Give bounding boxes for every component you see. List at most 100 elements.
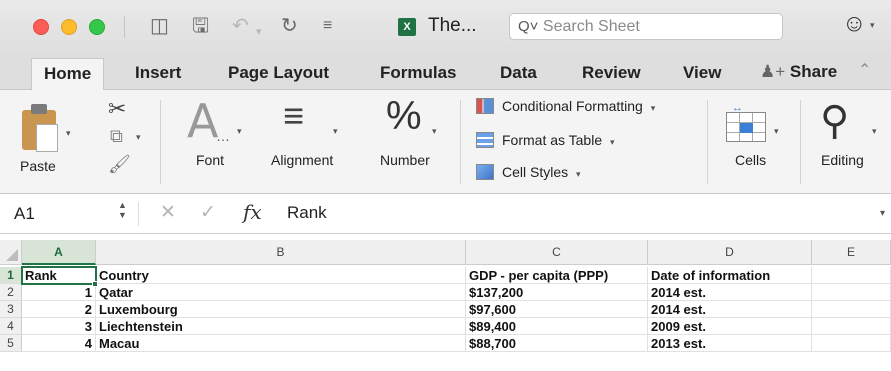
format-painter-icon[interactable]: 🖌	[108, 154, 131, 175]
clipboard-clip	[31, 104, 47, 114]
tab-data[interactable]: Data	[500, 58, 537, 90]
tab-home[interactable]: Home	[31, 58, 105, 91]
cell-empty[interactable]	[812, 335, 891, 352]
cell-date[interactable]: 2009 est.	[648, 318, 812, 335]
sidebar-toggle-icon[interactable]: ◫	[150, 12, 169, 40]
column-header-c[interactable]: C	[466, 240, 648, 265]
insert-function-icon[interactable]: fx	[243, 200, 262, 224]
formula-input[interactable]: Rank	[287, 203, 327, 223]
cell-gdp[interactable]: $89,400	[466, 318, 648, 335]
tab-formulas[interactable]: Formulas	[380, 58, 457, 90]
paste-button[interactable]	[20, 104, 58, 152]
paste-dropdown-icon[interactable]: ▾	[66, 128, 71, 139]
cell-rank[interactable]: 2	[22, 301, 96, 318]
expand-formula-icon[interactable]: ▾	[880, 208, 885, 219]
share-button[interactable]: ♟+ Share	[760, 62, 837, 82]
cell-e1[interactable]	[812, 267, 891, 284]
cell-empty[interactable]	[812, 284, 891, 301]
alignment-dropdown-icon[interactable]: ▾	[333, 126, 338, 137]
cut-icon[interactable]: ✂	[108, 96, 126, 122]
cell-d1[interactable]: Date of information	[648, 267, 812, 284]
confirm-icon[interactable]: ✓	[200, 201, 216, 224]
cells-dropdown-icon[interactable]: ▾	[774, 126, 779, 137]
share-label: Share	[789, 62, 838, 81]
row-header[interactable]: 2	[0, 284, 22, 301]
cell-styles-icon	[476, 164, 494, 180]
column-header-a[interactable]: A	[22, 240, 96, 265]
tab-view[interactable]: View	[683, 58, 721, 90]
cell-gdp[interactable]: $137,200	[466, 284, 648, 301]
cell-country[interactable]: Macau	[96, 335, 466, 352]
cell-styles-button[interactable]: Cell Styles ▾	[476, 164, 581, 180]
cells-grid-graphic	[726, 112, 766, 142]
format-as-table-button[interactable]: Format as Table ▾	[476, 132, 615, 148]
cell-gdp[interactable]: $97,600	[466, 301, 648, 318]
percent-icon[interactable]: %	[386, 94, 422, 139]
customize-toolbar-icon[interactable]: ≡	[323, 12, 332, 40]
cell-empty[interactable]	[812, 301, 891, 318]
cell-gdp[interactable]: $88,700	[466, 335, 648, 352]
zoom-window-button[interactable]	[89, 19, 105, 35]
font-dropdown-icon[interactable]: ▾	[237, 126, 242, 137]
fill-handle[interactable]	[92, 281, 98, 287]
collapse-ribbon-icon[interactable]: ⌃	[858, 60, 871, 80]
ribbon-divider	[460, 100, 461, 184]
cell-empty[interactable]	[812, 318, 891, 335]
copy-icon[interactable]: ⧉	[110, 126, 123, 147]
active-cell-outline	[21, 266, 97, 285]
cell-date[interactable]: 2013 est.	[648, 335, 812, 352]
magnifier-icon[interactable]: ⚲	[820, 98, 849, 144]
cell-date[interactable]: 2014 est.	[648, 284, 812, 301]
chevron-down-icon: ▾	[576, 169, 581, 179]
tab-page-layout[interactable]: Page Layout	[228, 58, 329, 90]
document-title: The...	[428, 15, 477, 36]
number-dropdown-icon[interactable]: ▾	[432, 126, 437, 137]
font-ellipsis-icon: …	[216, 128, 230, 144]
row-header[interactable]: 4	[0, 318, 22, 335]
cell-rank[interactable]: 4	[22, 335, 96, 352]
cell-c1[interactable]: GDP - per capita (PPP)	[466, 267, 648, 284]
name-box[interactable]: A1	[14, 204, 35, 224]
cancel-icon[interactable]: ✕	[160, 201, 176, 224]
alignment-label: Alignment	[271, 152, 334, 168]
close-window-button[interactable]	[33, 19, 49, 35]
editing-dropdown-icon[interactable]: ▾	[872, 126, 877, 137]
column-header-d[interactable]: D	[648, 240, 812, 265]
cell-country[interactable]: Qatar	[96, 284, 466, 301]
search-sheet-field[interactable]: Q˅ Search Sheet	[509, 13, 783, 40]
corner-triangle	[6, 249, 18, 261]
cell-rank[interactable]: 3	[22, 318, 96, 335]
cell-country[interactable]: Luxembourg	[96, 301, 466, 318]
column-header-e[interactable]: E	[812, 240, 891, 265]
cells-icon[interactable]: ↔	[726, 102, 768, 142]
cell-date[interactable]: 2014 est.	[648, 301, 812, 318]
row-header[interactable]: 1	[0, 267, 22, 284]
tab-review[interactable]: Review	[582, 58, 641, 90]
clipboard-paper	[36, 124, 58, 152]
undo-dropdown-icon[interactable]: ▾	[256, 18, 262, 46]
redo-icon[interactable]: ↻	[281, 12, 298, 40]
feedback-smiley-icon[interactable]: ☺	[842, 10, 867, 38]
undo-icon[interactable]: ↶	[232, 12, 249, 40]
tab-insert[interactable]: Insert	[135, 58, 181, 90]
conditional-formatting-button[interactable]: Conditional Formatting ▾	[476, 98, 655, 114]
add-person-icon: ♟+	[760, 62, 786, 81]
save-icon[interactable]: 🖫	[192, 12, 209, 40]
chevron-down-icon[interactable]: ▾	[870, 20, 875, 31]
name-box-stepper-icon[interactable]: ▲ ▼	[118, 200, 127, 220]
ribbon-home: ▾ Paste ✂ ⧉ ▾ 🖌 A … ▾ Font ≡ ▾ Alignment…	[0, 90, 891, 194]
cell-country[interactable]: Liechtenstein	[96, 318, 466, 335]
row-header[interactable]: 3	[0, 301, 22, 318]
cell-rank[interactable]: 1	[22, 284, 96, 301]
ribbon-tabs: Home Insert Page Layout Formulas Data Re…	[0, 58, 891, 91]
cell-b1[interactable]: Country	[96, 267, 466, 284]
formula-bar: A1 ▲ ▼ ✕ ✓ fx Rank ▾	[0, 194, 891, 234]
row-header[interactable]: 5	[0, 335, 22, 352]
font-icon[interactable]: A	[187, 94, 218, 148]
spreadsheet-grid[interactable]: A B C D E 1 2 3 4 5 Rank Country GDP - p…	[0, 240, 891, 371]
copy-dropdown-icon[interactable]: ▾	[136, 132, 141, 143]
select-all-corner[interactable]	[0, 240, 22, 265]
alignment-icon[interactable]: ≡	[283, 98, 304, 134]
minimize-window-button[interactable]	[61, 19, 77, 35]
column-header-b[interactable]: B	[96, 240, 466, 265]
